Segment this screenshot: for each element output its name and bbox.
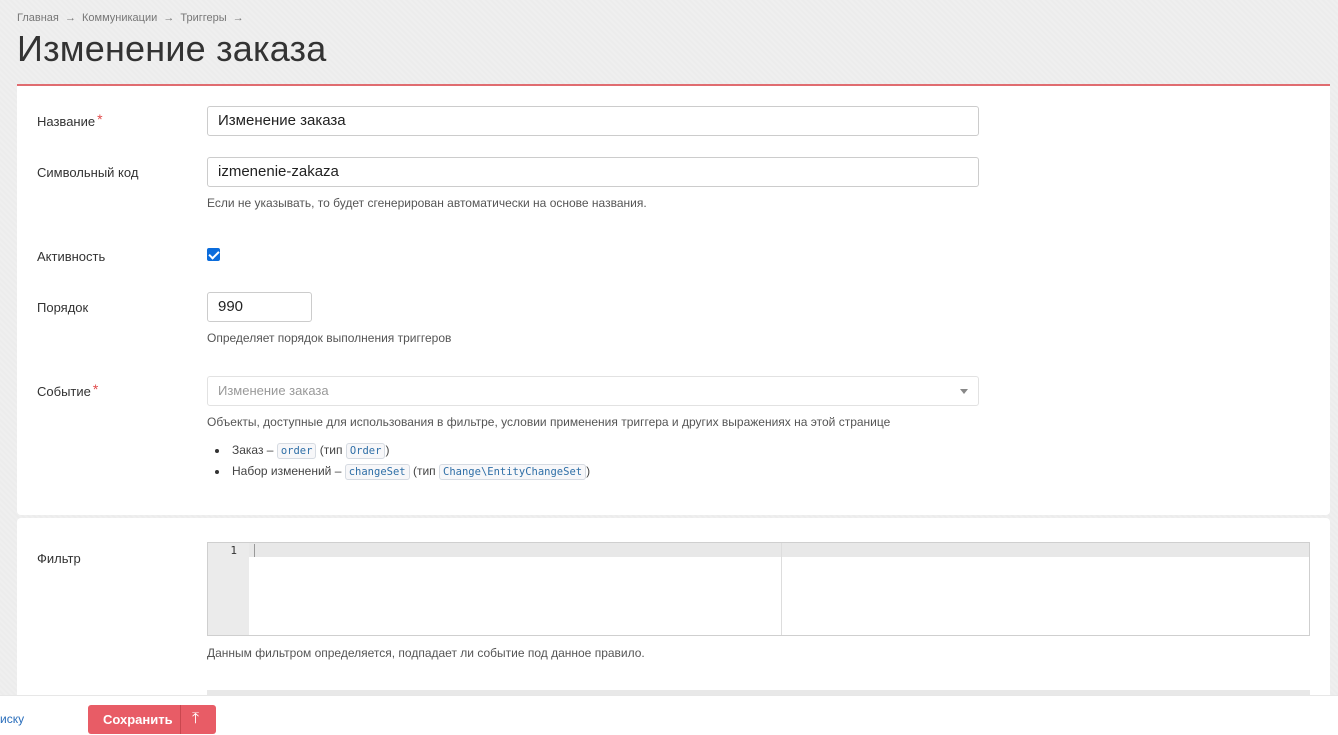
- order-label: Порядок: [37, 300, 89, 315]
- bottom-action-bar: иску Сохранить ⤒: [0, 695, 1338, 735]
- breadcrumb-item-triggers[interactable]: Триггеры: [180, 12, 226, 24]
- list-item: Набор изменений – changeSet (тип Change\…: [207, 461, 590, 482]
- code-input[interactable]: izmenenie-zakaza: [207, 157, 979, 187]
- order-input[interactable]: 990: [207, 292, 312, 322]
- object-type-code: Change\EntityChangeSet: [439, 464, 587, 480]
- name-input[interactable]: Изменение заказа: [207, 106, 979, 136]
- breadcrumb-item-home[interactable]: Главная: [17, 12, 59, 24]
- page-title: Изменение заказа: [17, 28, 327, 69]
- breadcrumb: Главная → Коммуникации → Триггеры →: [17, 12, 247, 24]
- main-form-panel: Название * Изменение заказа Символьный ко…: [17, 86, 1330, 515]
- editor-active-line: [208, 543, 1309, 557]
- required-asterisk: *: [92, 381, 99, 397]
- breadcrumb-separator: →: [64, 12, 76, 24]
- breadcrumb-separator: →: [163, 12, 175, 24]
- code-help-text: Если не указывать, то будет сгенерирован…: [207, 196, 647, 210]
- back-to-list-link[interactable]: иску: [0, 712, 24, 726]
- list-item: Заказ – order (тип Order): [207, 440, 590, 461]
- breadcrumb-separator: →: [232, 12, 244, 24]
- order-help-text: Определяет порядок выполнения триггеров: [207, 331, 452, 345]
- name-label-text: Название: [37, 114, 96, 129]
- object-type-prefix: (тип: [412, 464, 436, 478]
- event-label: Событие *: [37, 381, 99, 400]
- event-select-value: Изменение заказа: [218, 383, 329, 398]
- editor-print-margin: [781, 543, 782, 635]
- object-var-code: order: [276, 443, 317, 459]
- object-var-code: changeSet: [344, 464, 410, 480]
- object-title: Набор изменений –: [232, 464, 342, 478]
- event-label-text: Событие: [37, 384, 91, 399]
- chevron-down-icon: [960, 389, 968, 394]
- object-type-code: Order: [345, 443, 386, 459]
- object-type-suffix: ): [385, 443, 390, 457]
- required-asterisk: *: [97, 111, 103, 127]
- save-button-label: Сохранить: [103, 712, 173, 727]
- event-help-text: Объекты, доступные для использования в ф…: [207, 415, 891, 429]
- filter-help-text: Данным фильтром определяется, подпадает …: [207, 646, 645, 660]
- save-button[interactable]: Сохранить ⤒: [88, 705, 216, 734]
- available-objects-list: Заказ – order (тип Order) Набор изменени…: [207, 440, 590, 482]
- event-select[interactable]: Изменение заказа: [207, 376, 979, 406]
- breadcrumb-item-communications[interactable]: Коммуникации: [82, 12, 157, 24]
- object-type-prefix: (тип: [319, 443, 343, 457]
- editor-line-number: 1: [230, 544, 237, 557]
- save-and-stay-icon[interactable]: ⤒: [192, 710, 199, 728]
- name-label: Название *: [37, 111, 103, 130]
- filter-panel: Фильтр 1 Данным фильтром определяется, п…: [17, 518, 1330, 718]
- save-button-divider: [180, 705, 181, 734]
- code-label: Символьный код: [37, 165, 139, 180]
- active-checkbox[interactable]: [207, 248, 220, 261]
- filter-label: Фильтр: [37, 551, 81, 566]
- editor-cursor: [254, 544, 255, 557]
- filter-code-editor[interactable]: 1: [207, 542, 1310, 636]
- object-title: Заказ –: [232, 443, 274, 457]
- object-type-suffix: ): [586, 464, 591, 478]
- active-label: Активность: [37, 249, 106, 264]
